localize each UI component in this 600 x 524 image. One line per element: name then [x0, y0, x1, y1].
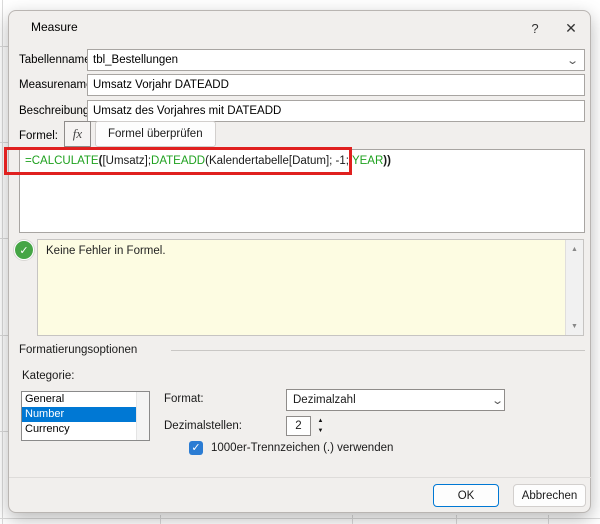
decimals-spinner: ▲ ▼: [313, 416, 328, 436]
format-label: Format:: [164, 393, 204, 405]
background-gridline: [0, 238, 8, 239]
background-gridline: [2, 0, 3, 524]
window-title: Measure: [31, 20, 78, 34]
insert-function-button[interactable]: fx: [64, 121, 91, 147]
background-gridline: [0, 46, 8, 47]
measure-name-label: Measurename:: [19, 79, 96, 91]
formula-token: DATEADD: [151, 155, 206, 167]
scroll-down-button[interactable]: ▼: [566, 319, 583, 333]
close-button[interactable]: ✕: [557, 15, 585, 41]
formula-editor[interactable]: =CALCULATE([Umsatz];DATEADD(Kalendertabe…: [19, 149, 585, 233]
category-listbox: General Number Currency: [21, 391, 150, 441]
formula-label: Formel:: [19, 130, 58, 142]
table-name-value: tbl_Bestellungen: [93, 54, 179, 66]
background-gridline: [456, 515, 457, 524]
check-formula-button[interactable]: Formel überprüfen: [95, 121, 216, 147]
close-icon: ✕: [565, 19, 577, 36]
validation-message-box: Keine Fehler in Formel. ▲ ▼: [37, 239, 584, 336]
formula-token: =CALCULATE: [25, 155, 99, 167]
category-option-number[interactable]: Number: [22, 407, 139, 422]
decimals-label: Dezimalstellen:: [164, 420, 242, 432]
fx-icon: fx: [72, 126, 83, 141]
description-label: Beschreibung:: [19, 105, 93, 117]
table-name-label: Tabellenname:: [19, 54, 94, 66]
format-value: Dezimalzahl: [293, 394, 356, 406]
scroll-down-icon: ▼: [571, 322, 578, 330]
help-icon: ?: [531, 20, 539, 36]
measure-dialog: Measure ? ✕ Tabellenname: tbl_Bestellung…: [4, 10, 592, 513]
chevron-down-icon: ⌄: [565, 54, 579, 67]
category-label: Kategorie:: [22, 370, 75, 382]
background-gridline: [0, 335, 8, 336]
background-gridline: [352, 515, 353, 524]
help-button[interactable]: ?: [521, 15, 549, 41]
formula-token: [Umsatz];: [102, 155, 152, 167]
validation-message: Keine Fehler in Formel.: [46, 245, 166, 257]
cancel-button[interactable]: Abbrechen: [513, 484, 586, 507]
formula-token: )): [383, 155, 391, 167]
section-divider: [171, 350, 585, 351]
category-option-general[interactable]: General: [22, 392, 139, 407]
formatting-section-label: Formatierungsoptionen: [19, 344, 138, 356]
background-gridline: [0, 431, 8, 432]
decimals-value[interactable]: 2: [286, 416, 311, 436]
measure-name-input[interactable]: [87, 74, 585, 96]
format-dropdown[interactable]: Dezimalzahl ⌄: [286, 389, 505, 411]
check-circle-icon: ✓: [14, 240, 34, 260]
formula-token: YEAR: [351, 155, 384, 167]
spinner-up-button[interactable]: ▲: [313, 416, 328, 426]
background-gridline: [548, 515, 549, 524]
table-name-combobox[interactable]: tbl_Bestellungen ⌄: [87, 49, 585, 71]
thousands-separator-checkbox[interactable]: ✓: [189, 441, 203, 455]
ok-button[interactable]: OK: [433, 484, 499, 507]
message-scrollbar[interactable]: ▲ ▼: [565, 240, 583, 335]
spinner-down-icon: ▼: [317, 428, 324, 434]
background-gridline: [160, 515, 161, 524]
spinner-down-button[interactable]: ▼: [313, 426, 328, 436]
category-option-currency[interactable]: Currency: [22, 422, 139, 437]
spinner-up-icon: ▲: [317, 418, 324, 424]
description-input[interactable]: [87, 100, 585, 122]
thousands-separator-label: 1000er-Trennzeichen (.) verwenden: [211, 442, 394, 454]
background-gridline: [0, 142, 8, 143]
scroll-up-button[interactable]: ▲: [566, 242, 583, 256]
chevron-down-icon: ⌄: [490, 394, 504, 407]
footer-divider: [9, 477, 592, 478]
checkmark-icon: ✓: [191, 442, 201, 454]
formula-token: (Kalendertabelle[Datum]; -1;: [205, 155, 352, 167]
scroll-up-icon: ▲: [571, 245, 578, 253]
listbox-scrollbar[interactable]: [136, 392, 149, 440]
background-gridline: [0, 518, 600, 519]
